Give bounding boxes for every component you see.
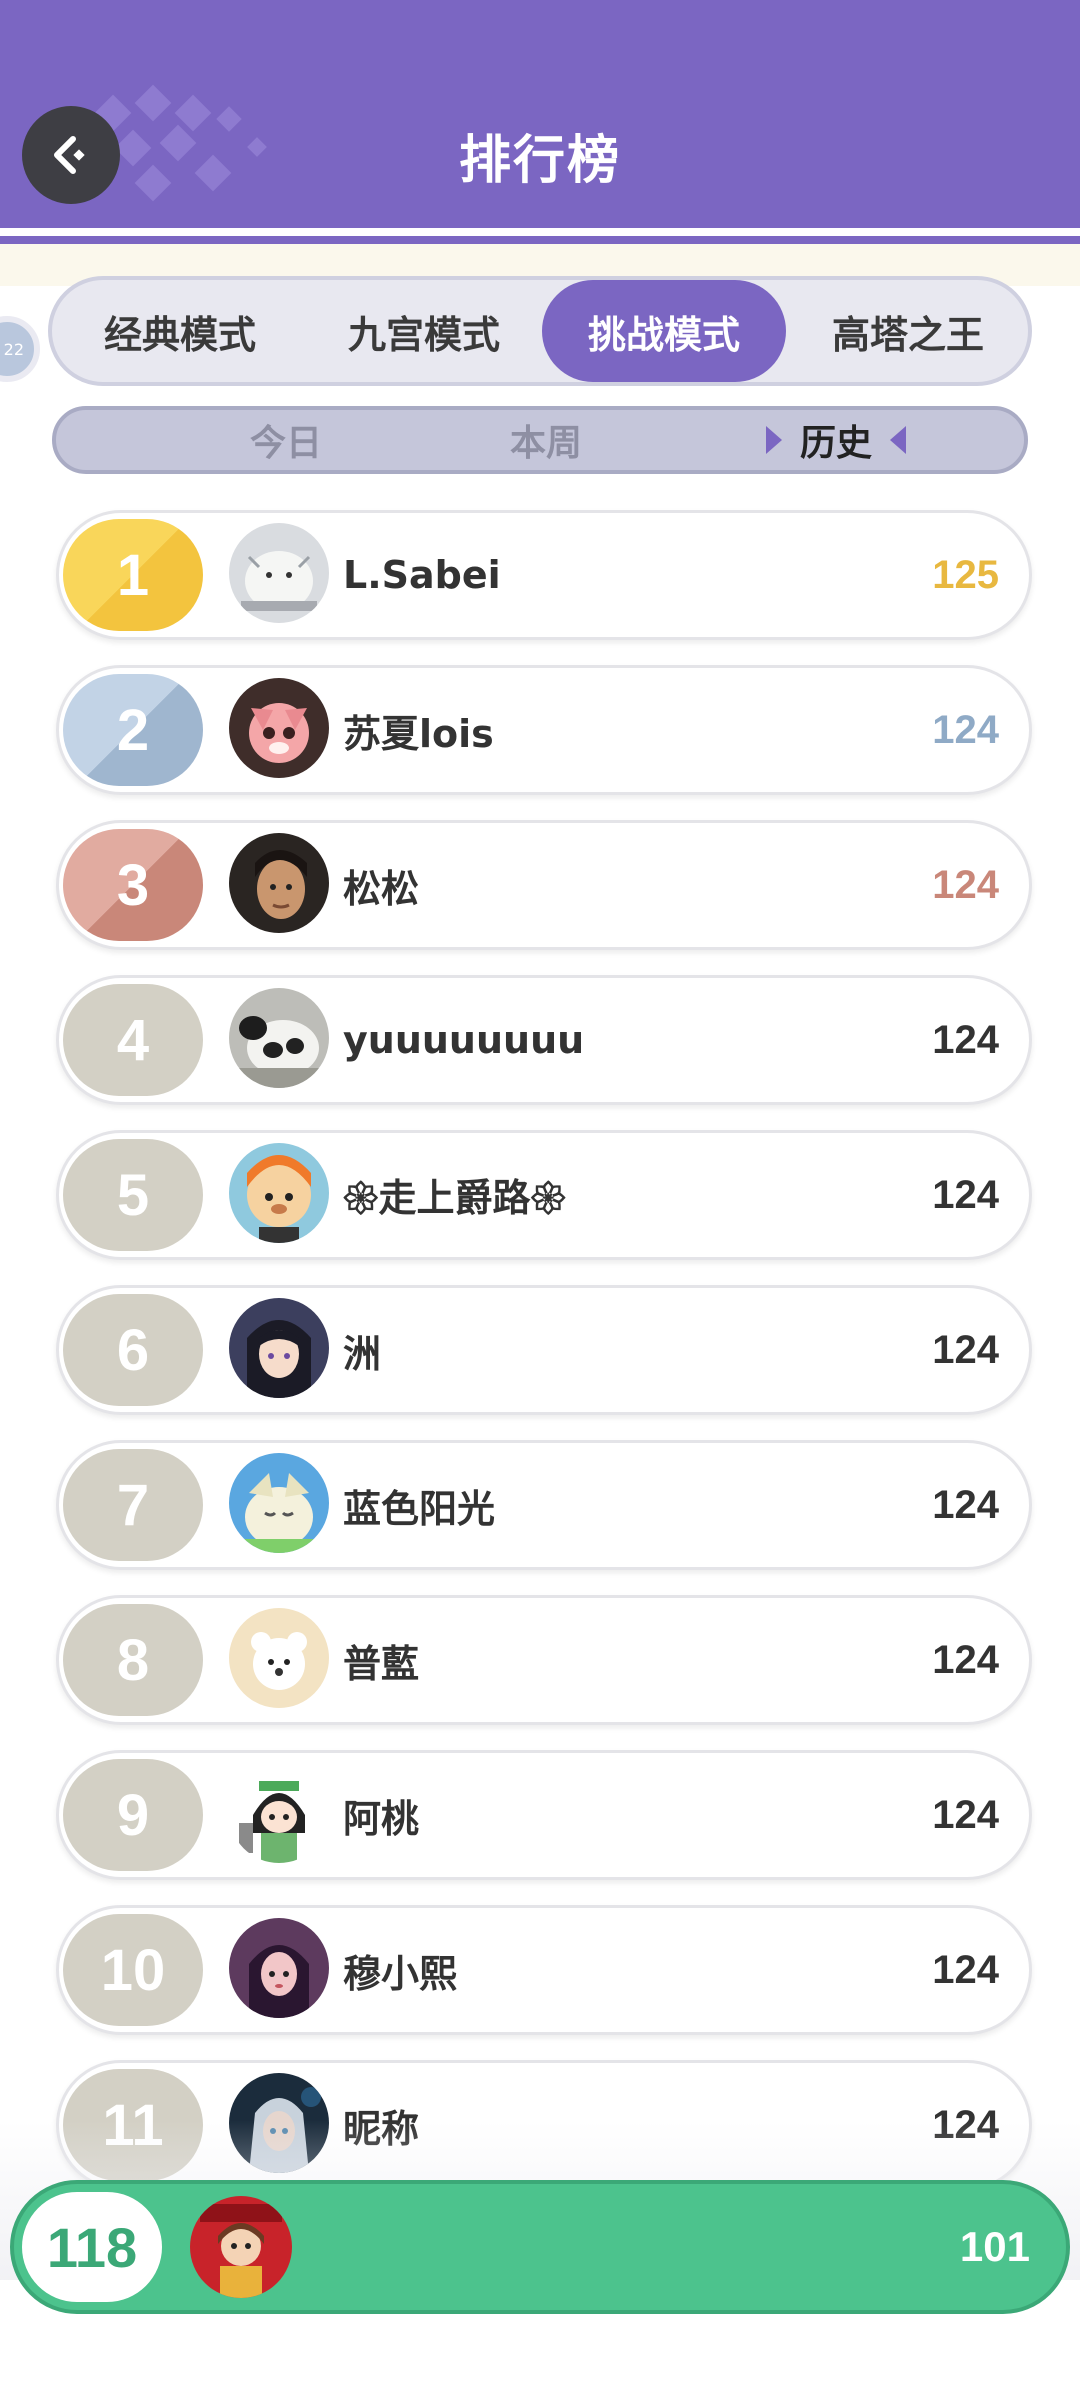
- purple-girl-avatar-icon: [229, 1918, 329, 2018]
- rank-row[interactable]: 6 洲 124: [56, 1285, 1032, 1415]
- player-score: 124: [932, 1482, 999, 1527]
- cartoon-boy-avatar-icon: [229, 1143, 329, 1243]
- header-divider: [0, 228, 1080, 236]
- anime-girl-avatar-icon: [229, 1298, 329, 1398]
- rank-row[interactable]: 8 普藍 124: [56, 1595, 1032, 1725]
- page-title: 排行榜: [458, 131, 621, 191]
- player-score: 124: [932, 1172, 999, 1217]
- my-rank-number: 118: [22, 2192, 162, 2302]
- player-name: 穆小熙: [343, 1951, 458, 1996]
- triangle-right-icon: [765, 426, 782, 454]
- rank-number: 3: [63, 829, 203, 941]
- rank-row[interactable]: 1 L.Sabei 125: [56, 510, 1032, 640]
- mode-tabs: 经典模式 九宫模式 挑战模式 高塔之王: [48, 276, 1032, 386]
- chibi-girl-avatar-icon: [229, 1763, 329, 1863]
- rank-row[interactable]: 2 苏夏lois 124: [56, 665, 1032, 795]
- bottom-safe-area: [0, 2330, 1080, 2400]
- period-tabs: 今日 本周 历史: [52, 406, 1028, 474]
- player-score: 124: [932, 862, 999, 907]
- sleepy-creature-avatar-icon: [229, 1453, 329, 1553]
- player-name: 蓝色阳光: [343, 1486, 496, 1531]
- tab-this-week[interactable]: 本周: [446, 410, 646, 470]
- player-score: 124: [932, 1637, 999, 1682]
- rank-row[interactable]: 10 穆小熙 124: [56, 1905, 1032, 2035]
- player-name: 洲: [343, 1331, 382, 1376]
- tab-today[interactable]: 今日: [186, 410, 386, 470]
- tab-classic-mode[interactable]: 经典模式: [58, 280, 302, 382]
- tab-challenge-mode[interactable]: 挑战模式: [542, 280, 786, 382]
- player-name: 苏夏lois: [343, 711, 494, 756]
- rank-number: 7: [63, 1449, 203, 1561]
- player-name: 普藍: [343, 1641, 420, 1686]
- player-score: 124: [932, 1017, 999, 1062]
- rank-number: 1: [63, 519, 203, 631]
- app-header: 排行榜: [0, 0, 1080, 228]
- tab-nine-grid-mode[interactable]: 九宫模式: [302, 280, 546, 382]
- white-dog-avatar-icon: [229, 1608, 329, 1708]
- rank-number: 10: [63, 1914, 203, 2026]
- tab-tower-king[interactable]: 高塔之王: [786, 280, 1030, 382]
- player-name: 阿桃: [343, 1796, 420, 1841]
- triangle-left-icon: [890, 426, 906, 454]
- rank-row[interactable]: 5 𑁍走上爵路𑁍 124: [56, 1130, 1032, 1260]
- rank-row[interactable]: 7 蓝色阳光 124: [56, 1440, 1032, 1570]
- rank-row[interactable]: 4 yuuuuuuuu 124: [56, 975, 1032, 1105]
- pink-fox-avatar-icon: [229, 678, 329, 778]
- panda-avatar-icon: [229, 988, 329, 1088]
- player-score: 124: [932, 1327, 999, 1372]
- my-score: 101: [959, 2223, 1030, 2270]
- player-name: L.Sabei: [343, 553, 501, 597]
- rank-number: 9: [63, 1759, 203, 1871]
- rank-row[interactable]: 3 松松 124: [56, 820, 1032, 950]
- player-name: 𑁍走上爵路𑁍: [343, 1176, 566, 1220]
- player-score: 124: [932, 1947, 999, 1992]
- player-score: 124: [932, 1792, 999, 1837]
- red-costume-avatar-icon: [190, 2196, 292, 2298]
- man-portrait-avatar-icon: [229, 833, 329, 933]
- side-badge[interactable]: 22: [0, 316, 40, 382]
- rank-number: 5: [63, 1139, 203, 1251]
- my-rank-bar[interactable]: 118 101: [10, 2180, 1070, 2314]
- rank-number: 2: [63, 674, 203, 786]
- player-name: 松松: [343, 866, 420, 911]
- player-score: 124: [932, 707, 999, 752]
- player-name: yuuuuuuuu: [343, 1018, 585, 1062]
- side-badge-text: 22: [3, 339, 24, 359]
- rank-number: 8: [63, 1604, 203, 1716]
- header-divider: [0, 236, 1080, 244]
- rank-row[interactable]: 9 阿桃 124: [56, 1750, 1032, 1880]
- tab-history[interactable]: 历史: [716, 410, 956, 470]
- rank-number: 6: [63, 1294, 203, 1406]
- rank-number: 4: [63, 984, 203, 1096]
- player-score: 125: [932, 552, 999, 597]
- white-creature-avatar-icon: [229, 523, 329, 623]
- tab-history-label: 历史: [799, 423, 872, 464]
